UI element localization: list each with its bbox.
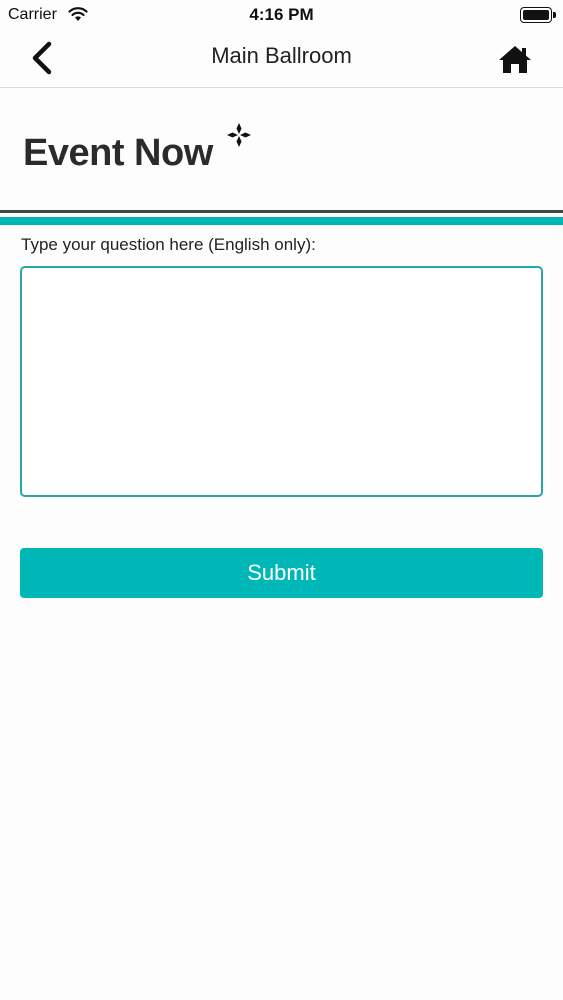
submit-button[interactable]: Submit xyxy=(20,548,543,598)
sparkle-icon xyxy=(227,123,251,147)
home-icon xyxy=(499,46,531,73)
event-now-logo: Event Now xyxy=(0,88,563,210)
navigation-bar: Main Ballroom xyxy=(0,30,563,88)
status-bar: Carrier 4:16 PM xyxy=(0,0,563,30)
question-label: Type your question here (English only): xyxy=(21,235,316,254)
header-divider xyxy=(0,210,563,213)
status-time: 4:16 PM xyxy=(249,5,314,24)
home-button[interactable] xyxy=(494,40,536,78)
battery-icon xyxy=(520,7,556,23)
logo-wordmark: Event Now xyxy=(23,132,213,174)
page-title: Main Ballroom xyxy=(211,43,352,68)
question-input[interactable] xyxy=(20,266,543,497)
accent-divider xyxy=(0,217,563,225)
